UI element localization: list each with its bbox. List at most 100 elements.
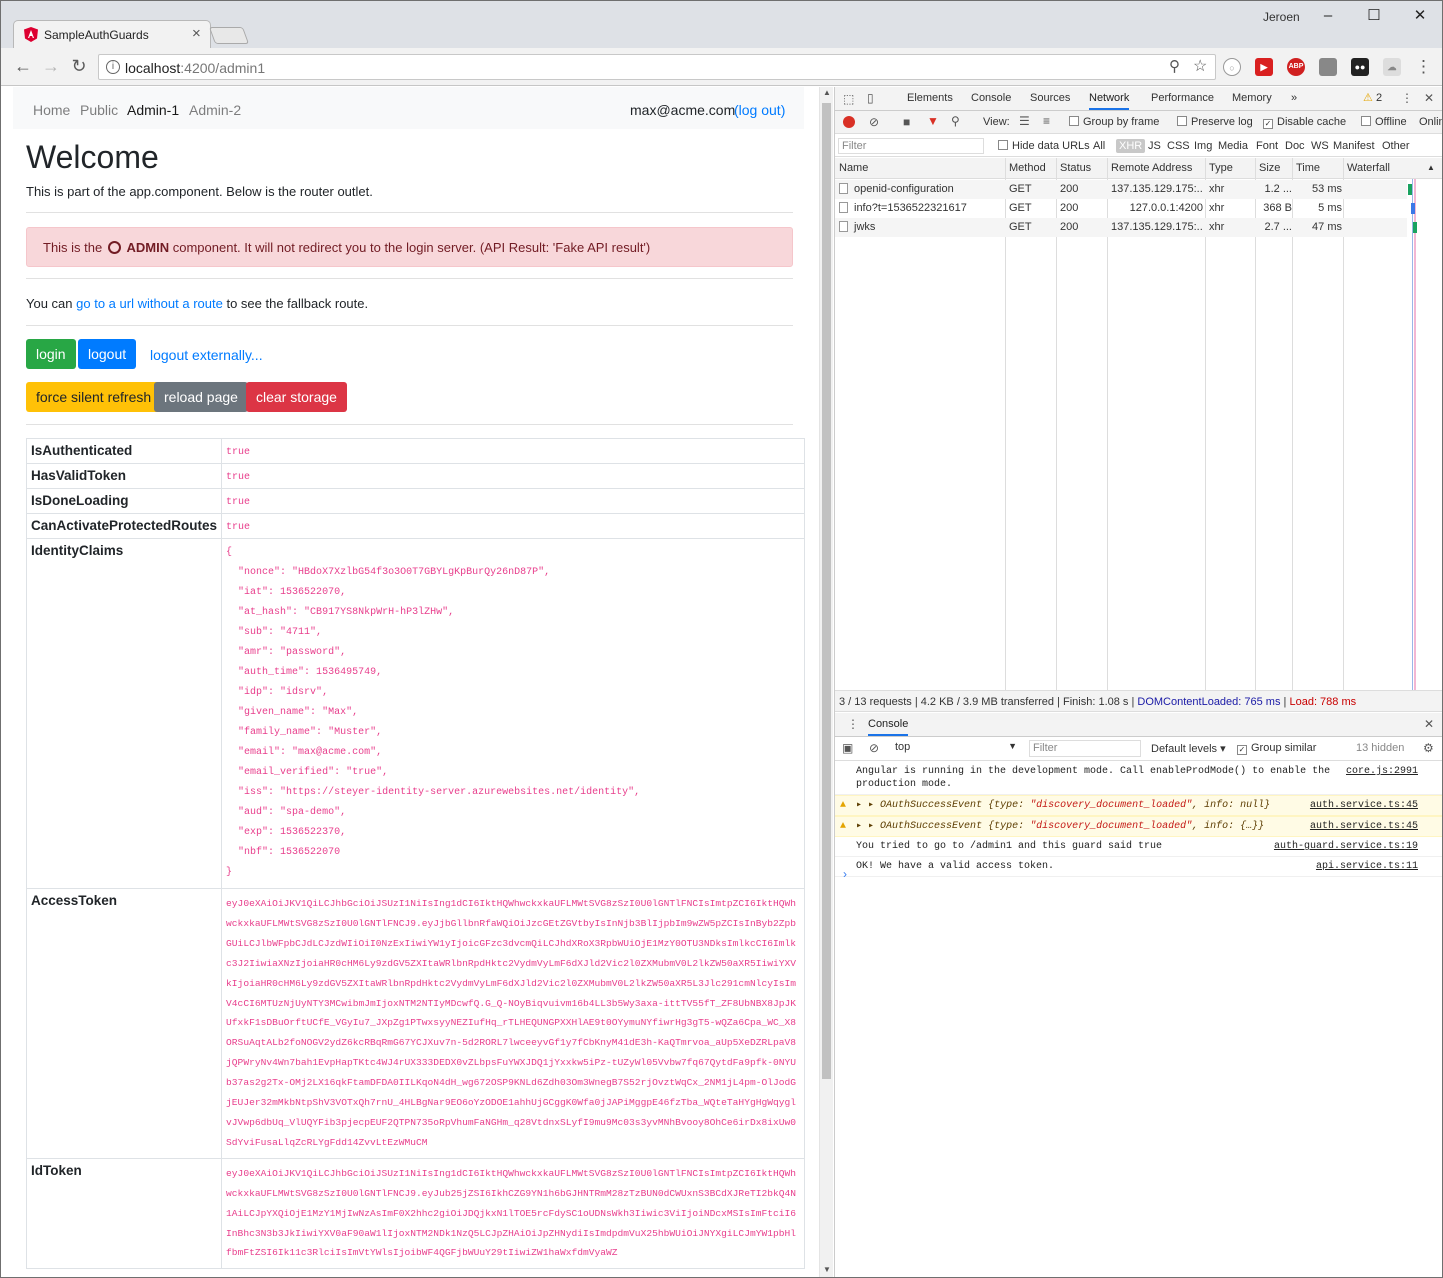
force-silent-refresh-button[interactable]: force silent refresh: [26, 382, 162, 412]
nav-admin-1[interactable]: Admin-1: [127, 102, 179, 118]
tab-network[interactable]: Network: [1089, 92, 1130, 110]
col-name[interactable]: Name: [839, 162, 868, 174]
extension-icon[interactable]: [1319, 58, 1337, 76]
offline-checkbox[interactable]: Offline: [1361, 116, 1407, 128]
filter-other[interactable]: Other: [1382, 140, 1410, 152]
col-time[interactable]: Time: [1296, 162, 1320, 174]
minimize-icon[interactable]: –: [1305, 4, 1351, 28]
tab-console[interactable]: Console: [971, 92, 1011, 104]
nav-home[interactable]: Home: [33, 102, 70, 118]
online-select[interactable]: Onlin: [1419, 116, 1442, 128]
back-icon[interactable]: ←: [12, 56, 34, 77]
console-prompt-icon[interactable]: ›: [843, 867, 847, 881]
col-size[interactable]: Size: [1259, 162, 1280, 174]
url-text[interactable]: localhost:4200/admin1: [125, 60, 265, 76]
col-remote-address[interactable]: Remote Address: [1111, 162, 1192, 174]
record-icon[interactable]: [843, 116, 855, 128]
disable-cache-checkbox[interactable]: ✓ Disable cache: [1263, 116, 1346, 129]
clear-icon[interactable]: ⊘: [869, 115, 879, 129]
filter-img[interactable]: Img: [1194, 140, 1212, 152]
info-icon[interactable]: i: [106, 60, 120, 74]
inspect-icon[interactable]: ⬚: [843, 92, 854, 106]
clear-console-icon[interactable]: ⊘: [869, 741, 879, 755]
tab-sources[interactable]: Sources: [1030, 92, 1070, 104]
console-filter-input[interactable]: Filter: [1029, 740, 1141, 757]
profile-name[interactable]: Jeroen: [1263, 10, 1300, 24]
group-by-frame-checkbox[interactable]: Group by frame: [1069, 116, 1159, 128]
extension-icon[interactable]: ▶: [1255, 58, 1273, 76]
filter-js[interactable]: JS: [1148, 140, 1161, 152]
close-drawer-icon[interactable]: ✕: [1424, 717, 1434, 731]
extension-icon[interactable]: ●●: [1351, 58, 1369, 76]
chrome-menu-icon[interactable]: ⋮: [1415, 57, 1432, 77]
nav-admin-2[interactable]: Admin-2: [189, 102, 241, 118]
logout-button[interactable]: logout: [78, 339, 137, 369]
adblock-icon[interactable]: ABP: [1287, 58, 1305, 76]
close-devtools-icon[interactable]: ✕: [1424, 91, 1434, 105]
preserve-log-checkbox[interactable]: Preserve log: [1177, 116, 1253, 128]
forward-icon[interactable]: →: [40, 56, 62, 77]
device-toolbar-icon[interactable]: ▯: [867, 91, 874, 105]
filter-manifest[interactable]: Manifest: [1333, 140, 1375, 152]
filter-ws[interactable]: WS: [1311, 140, 1329, 152]
source-link[interactable]: auth-guard.service.ts:19: [1274, 840, 1418, 853]
browser-tab[interactable]: SampleAuthGuards ×: [13, 20, 211, 48]
search-icon[interactable]: ⚲: [951, 114, 960, 128]
overview-icon[interactable]: ≡: [1043, 114, 1050, 128]
clear-storage-button[interactable]: clear storage: [246, 382, 347, 412]
source-link[interactable]: core.js:2991: [1346, 765, 1418, 778]
console-warning[interactable]: ▲ ▸ ▸ OAuthSuccessEvent {type: "discovery…: [835, 816, 1442, 837]
network-request-row[interactable]: info?t=1536522321617 GET 200 127.0.0.1:4200…: [835, 199, 1415, 218]
col-type[interactable]: Type: [1209, 162, 1233, 174]
zoom-icon[interactable]: ⚲: [1169, 57, 1180, 75]
bookmark-star-icon[interactable]: ☆: [1193, 56, 1207, 76]
source-link[interactable]: api.service.ts:11: [1316, 860, 1418, 873]
logout-externally-link[interactable]: logout externally...: [150, 347, 263, 363]
scrollbar-thumb[interactable]: [822, 103, 831, 1079]
context-select[interactable]: top ▼: [895, 741, 1017, 753]
network-request-row[interactable]: openid-configuration GET 200 137.135.129.17…: [835, 180, 1413, 199]
scroll-down-icon[interactable]: ▼: [823, 1265, 831, 1274]
more-tabs-icon[interactable]: »: [1291, 92, 1297, 104]
filter-doc[interactable]: Doc: [1285, 140, 1305, 152]
tab-elements[interactable]: Elements: [907, 92, 953, 104]
reload-icon[interactable]: ↻: [68, 56, 90, 77]
extension-icon[interactable]: ○: [1223, 58, 1241, 76]
filter-font[interactable]: Font: [1256, 140, 1278, 152]
source-link[interactable]: auth.service.ts:45: [1310, 799, 1418, 812]
log-levels-select[interactable]: Default levels ▾: [1151, 742, 1226, 755]
col-method[interactable]: Method: [1009, 162, 1046, 174]
group-similar-checkbox[interactable]: ✓ Group similar: [1237, 742, 1316, 755]
address-bar[interactable]: i localhost:4200/admin1 ⚲ ☆: [98, 54, 1216, 80]
filter-css[interactable]: CSS: [1167, 140, 1190, 152]
tab-performance[interactable]: Performance: [1151, 92, 1214, 104]
col-status[interactable]: Status: [1060, 162, 1091, 174]
filter-icon[interactable]: ▼: [927, 114, 939, 128]
tab-memory[interactable]: Memory: [1232, 92, 1272, 104]
close-window-icon[interactable]: ✕: [1397, 4, 1442, 28]
network-request-row[interactable]: jwks GET 200 137.135.129.175:... xhr 2.7 ... 4…: [835, 218, 1418, 237]
devtools-menu-icon[interactable]: ⋮: [1401, 91, 1413, 105]
sort-up-icon[interactable]: ▲: [1427, 163, 1435, 172]
page-scrollbar[interactable]: ▲ ▼: [819, 87, 833, 1277]
col-waterfall[interactable]: Waterfall: [1347, 162, 1390, 174]
close-tab-icon[interactable]: ×: [192, 25, 201, 42]
drawer-menu-icon[interactable]: ⋮: [847, 717, 859, 731]
network-filter-input[interactable]: Filter: [838, 138, 984, 154]
fallback-route-link[interactable]: go to a url without a route: [76, 296, 223, 311]
warning-count[interactable]: ⚠ 2: [1363, 91, 1382, 104]
hide-data-urls-checkbox[interactable]: Hide data URLs: [998, 140, 1090, 152]
new-tab-button[interactable]: [208, 27, 250, 44]
scroll-up-icon[interactable]: ▲: [823, 88, 831, 97]
nav-public[interactable]: Public: [80, 102, 118, 118]
capture-screenshots-icon[interactable]: ■: [903, 115, 910, 129]
filter-all[interactable]: All: [1093, 140, 1105, 152]
reload-page-button[interactable]: reload page: [154, 382, 248, 412]
log-out-link[interactable]: (log out): [734, 102, 785, 118]
drawer-tab-console[interactable]: Console: [868, 718, 909, 736]
source-link[interactable]: auth.service.ts:45: [1310, 820, 1418, 833]
maximize-icon[interactable]: ☐: [1351, 4, 1397, 28]
filter-media[interactable]: Media: [1218, 140, 1248, 152]
login-button[interactable]: login: [26, 339, 76, 369]
console-settings-gear-icon[interactable]: ⚙: [1423, 741, 1434, 755]
